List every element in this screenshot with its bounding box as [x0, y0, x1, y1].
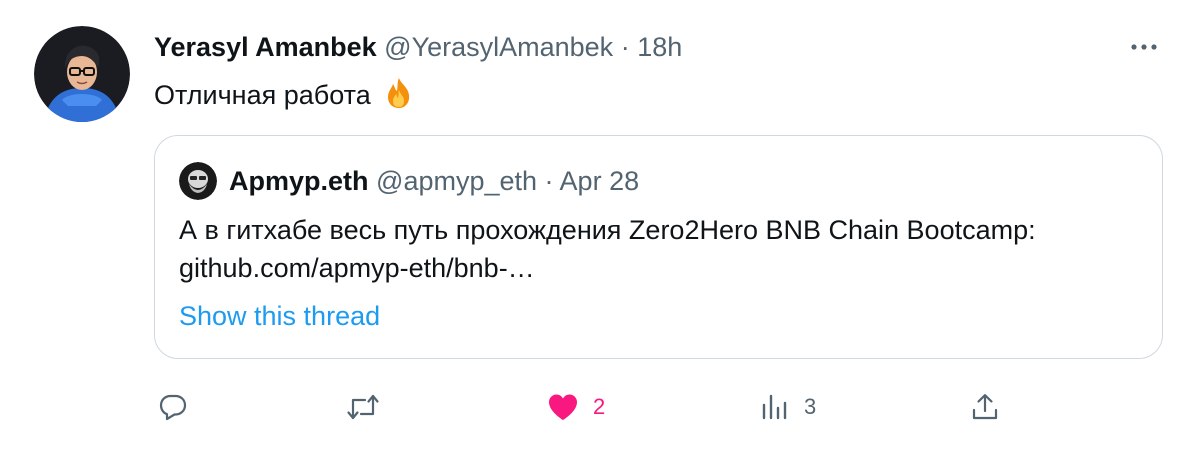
share-icon [972, 394, 998, 420]
tweet-text-content: Отличная работа [154, 80, 371, 110]
more-options-button[interactable] [1126, 30, 1162, 64]
quoted-tweet-header: Apmyp.eth @apmyp_eth · Apr 28 [229, 164, 639, 198]
quoted-author-name[interactable]: Apmyp.eth [229, 166, 369, 196]
tweet-text: Отличная работа [154, 76, 416, 113]
heart-filled-icon [549, 394, 577, 420]
quoted-header-separator: · [537, 166, 560, 196]
retweet-icon [347, 394, 379, 420]
quoted-author-avatar[interactable] [179, 162, 217, 200]
retweet-button[interactable] [346, 390, 380, 424]
author-avatar[interactable] [34, 26, 130, 122]
tweet-header: Yerasyl Amanbek @YerasylAmanbek · 18h [154, 30, 682, 64]
header-separator: · [613, 32, 638, 62]
fire-emoji-icon [382, 76, 416, 110]
show-thread-link[interactable]: Show this thread [179, 299, 380, 333]
share-button[interactable] [970, 390, 1000, 424]
more-icon [1131, 44, 1157, 50]
reply-button[interactable] [158, 390, 188, 424]
views-count: 3 [804, 394, 817, 419]
analytics-icon [762, 394, 787, 420]
quoted-tweet-text: А в гитхабе весь путь прохождения Zero2H… [179, 215, 1036, 283]
quoted-author-handle[interactable]: @apmyp_eth [376, 166, 537, 196]
tweet[interactable]: Yerasyl Amanbek @YerasylAmanbek · 18h От… [0, 0, 1204, 450]
quoted-tweet-date[interactable]: Apr 28 [560, 166, 640, 196]
reply-icon [159, 394, 187, 421]
author-name[interactable]: Yerasyl Amanbek [154, 32, 377, 62]
tweet-timestamp[interactable]: 18h [637, 32, 682, 62]
like-button[interactable]: 2 [547, 390, 605, 424]
author-handle[interactable]: @YerasylAmanbek [384, 32, 613, 62]
views-button[interactable]: 3 [760, 390, 816, 424]
like-count: 2 [593, 394, 606, 419]
quoted-tweet[interactable]: Apmyp.eth @apmyp_eth · Apr 28 А в гитхаб… [154, 135, 1163, 359]
